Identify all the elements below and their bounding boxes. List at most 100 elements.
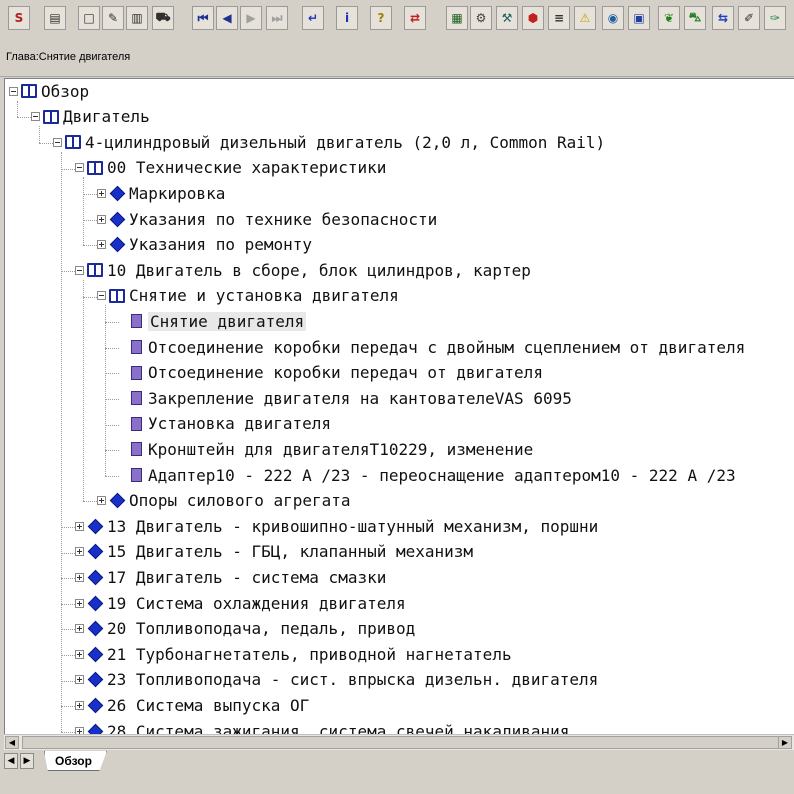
tree-node[interactable]: Указания по технике безопасности [97, 207, 437, 231]
tree-node-label: Указания по ремонту [129, 235, 313, 255]
document-icon [131, 365, 142, 380]
collapse-icon[interactable] [75, 265, 84, 275]
info-button[interactable]: i [336, 6, 358, 30]
expand-icon[interactable] [97, 496, 106, 506]
tree-node[interactable]: 00 Технические характеристики [75, 156, 386, 180]
collapse-icon[interactable] [53, 137, 62, 147]
tree-leaf-item[interactable]: Кронштейн для двигателяT10229, изменение [119, 437, 533, 461]
prev-icon: ◀ [222, 11, 232, 25]
edit-button[interactable]: ✎ [102, 6, 124, 30]
expand-icon[interactable] [75, 624, 84, 634]
swap-button[interactable]: ⇄ [404, 6, 426, 30]
last-button[interactable]: ⏭ [266, 6, 288, 30]
book-icon [21, 84, 37, 98]
tree-node-label: Указания по технике безопасности [129, 209, 438, 229]
tools-button[interactable]: ⚒ [496, 6, 518, 30]
next-button[interactable]: ▶ [240, 6, 262, 30]
tree-leaf-item[interactable]: Установка двигателя [119, 412, 331, 436]
tree-connector [61, 578, 75, 580]
collapse-icon[interactable] [97, 291, 106, 301]
tree-node[interactable]: 4-цилиндровый дизельный двигатель (2,0 л… [53, 130, 605, 154]
tree-node[interactable]: 10 Двигатель в сборе, блок цилиндров, ка… [75, 258, 531, 282]
chapter-icon [87, 646, 104, 662]
return-button[interactable]: ↵ [302, 6, 324, 30]
tree-node-label: Маркировка [129, 183, 226, 203]
clipboard-button[interactable]: ▥ [126, 6, 148, 30]
expand-icon[interactable] [75, 547, 84, 557]
expand-icon[interactable] [75, 675, 84, 685]
leaf-button[interactable]: ❦ [658, 6, 680, 30]
tree-connector [61, 603, 75, 605]
new-doc-icon: □ [83, 11, 95, 25]
collapse-icon[interactable] [31, 112, 40, 122]
horizontal-scrollbar[interactable]: ◀ ▶ [4, 734, 794, 751]
tree-node-label: 20 Топливоподача, педаль, привод [107, 619, 416, 639]
tree-connector [61, 552, 75, 554]
tree-leaf-item[interactable]: Адаптер10 - 222 А /23 - переоснащение ад… [119, 463, 736, 487]
help-button[interactable]: ? [370, 6, 392, 30]
tree-connector [83, 245, 97, 247]
tree-node[interactable]: 23 Топливоподача - сист. впрыска дизельн… [75, 668, 598, 692]
chapter-icon [109, 492, 126, 509]
car-button[interactable]: ⛟ [152, 6, 174, 30]
expand-icon[interactable] [75, 572, 84, 582]
document-icon [131, 391, 142, 406]
car-side-button[interactable]: ⛍ [684, 6, 706, 30]
tree-node[interactable]: Указания по ремонту [97, 233, 312, 257]
expand-icon[interactable] [75, 700, 84, 710]
new-doc-button[interactable]: □ [78, 6, 100, 30]
tree-leaf-item[interactable]: Отсоединение коробки передач от двигател… [119, 361, 543, 385]
chapter-icon [87, 544, 104, 560]
tree-node[interactable]: 28 Система зажигания, система свечей нак… [75, 719, 569, 735]
first-button[interactable]: ⏮ [192, 6, 214, 30]
tree-node[interactable]: 19 Система охлаждения двигателя [75, 591, 406, 615]
tab-overview[interactable]: Обзор [44, 751, 107, 771]
tree-node-label: Опоры силового агрегата [129, 491, 351, 511]
calculator-button[interactable]: ▦ [446, 6, 468, 30]
tree-node[interactable]: Маркировка [97, 181, 225, 205]
tab-next-icon[interactable]: ▶ [20, 753, 34, 769]
transfer-button[interactable]: ⇆ [712, 6, 734, 30]
tree-leaf-item[interactable]: Снятие двигателя [119, 309, 307, 333]
tree-connector [61, 706, 75, 708]
tree-node-label: 17 Двигатель - система смазки [107, 567, 387, 587]
page-edit-button[interactable]: ✐ [738, 6, 760, 30]
expand-icon[interactable] [97, 188, 106, 198]
scrollbar-thumb[interactable] [22, 736, 782, 749]
expand-icon[interactable] [97, 214, 106, 224]
display-button[interactable]: ▣ [628, 6, 650, 30]
list-icon: ≡ [553, 11, 565, 25]
prev-button[interactable]: ◀ [216, 6, 238, 30]
scroll-left-arrow-icon[interactable]: ◀ [5, 736, 19, 749]
tree-node[interactable]: 21 Турбонагнетатель, приводной нагнетате… [75, 642, 512, 666]
warning-button[interactable]: ⚠ [574, 6, 596, 30]
engine-button[interactable]: ⚙ [470, 6, 492, 30]
collapse-icon[interactable] [9, 86, 18, 96]
green-tool-button[interactable]: ✑ [764, 6, 786, 30]
tree-leaf-item[interactable]: Закрепление двигателя на кантователеVAS … [119, 386, 572, 410]
expand-icon[interactable] [75, 598, 84, 608]
tree-node[interactable]: 20 Топливоподача, педаль, привод [75, 617, 415, 641]
tab-prev-icon[interactable]: ◀ [4, 753, 18, 769]
tree-guide-line [17, 100, 18, 118]
tree-node[interactable]: 15 Двигатель - ГБЦ, клапанный механизм [75, 540, 473, 564]
globe-button[interactable]: ◉ [602, 6, 624, 30]
expand-icon[interactable] [75, 649, 84, 659]
tree-node[interactable]: Двигатель [31, 105, 150, 129]
print-button[interactable]: ▤ [44, 6, 66, 30]
stop-button[interactable]: ⬢ [522, 6, 544, 30]
tree-leaf-item[interactable]: Отсоединение коробки передач с двойным с… [119, 335, 745, 359]
scroll-right-arrow-icon[interactable]: ▶ [778, 736, 792, 749]
tree-node[interactable]: 26 Система выпуска ОГ [75, 693, 309, 717]
tree-node[interactable]: Снятие и установка двигателя [97, 284, 399, 308]
tree-node[interactable]: 13 Двигатель - кривошипно-шатунный механ… [75, 514, 598, 538]
tree-node-label: Отсоединение коробки передач с двойным с… [148, 337, 746, 357]
collapse-icon[interactable] [75, 163, 84, 173]
tree-node[interactable]: Обзор [9, 79, 89, 103]
list-button[interactable]: ≡ [548, 6, 570, 30]
tree-node[interactable]: 17 Двигатель - система смазки [75, 565, 386, 589]
expand-icon[interactable] [75, 521, 84, 531]
expand-icon[interactable] [97, 240, 106, 250]
tree-node[interactable]: Опоры силового агрегата [97, 489, 351, 513]
save-button[interactable]: S [8, 6, 30, 30]
